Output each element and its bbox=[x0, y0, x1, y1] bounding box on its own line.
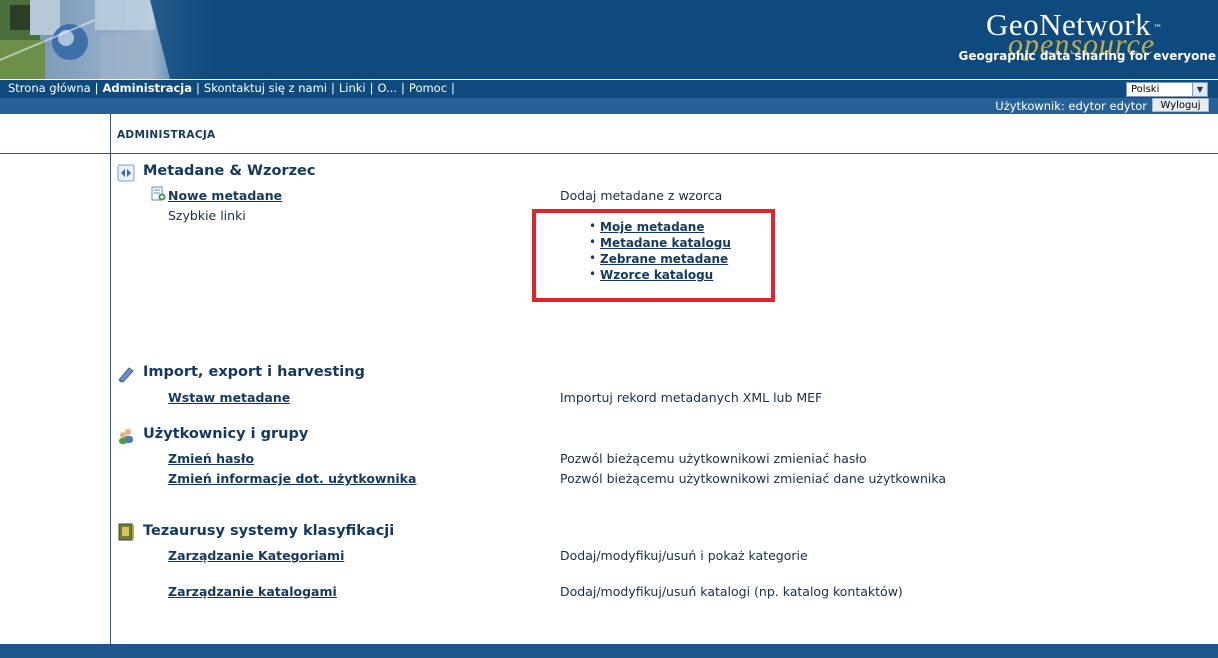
page-title: ADMINISTRACJA bbox=[117, 129, 216, 141]
insert-metadata-description: Importuj rekord metadanych XML lub MEF bbox=[560, 390, 823, 405]
chevron-down-icon[interactable]: ▼ bbox=[1192, 83, 1207, 96]
nav-separator: | bbox=[330, 81, 335, 95]
nav-about-link[interactable]: O... bbox=[377, 81, 397, 95]
nav-help-link[interactable]: Pomoc bbox=[409, 81, 447, 95]
quick-link-harvested-metadata[interactable]: Zebrane metadane bbox=[600, 252, 728, 266]
nav-administration-link[interactable]: Administracja bbox=[103, 81, 192, 95]
logo-text: GeoNetwork ™ bbox=[986, 8, 1163, 42]
section-title-import: Import, export i harvesting bbox=[143, 364, 365, 380]
nav-separator: | bbox=[401, 81, 405, 95]
tagline: Geographic data sharing for everyone bbox=[958, 49, 1216, 63]
footer-bar bbox=[0, 644, 1218, 658]
top-navigation: Strona główna | Administracja | Skontaktuj s… bbox=[0, 79, 1218, 98]
heading-divider bbox=[0, 153, 1218, 154]
bullet: • bbox=[589, 267, 597, 281]
quick-link-my-metadata[interactable]: Moje metadane bbox=[600, 220, 704, 234]
nav-links: Strona główna | Administracja | Skontaktuj s… bbox=[8, 81, 459, 95]
change-user-info-link[interactable]: Zmień informacje dot. użytkownika bbox=[168, 471, 416, 486]
quick-link-catalog-metadata[interactable]: Metadane katalogu bbox=[600, 236, 731, 250]
bullet: • bbox=[589, 235, 597, 249]
metadata-template-icon bbox=[117, 164, 135, 182]
quick-links-label: Szybkie linki bbox=[168, 208, 246, 223]
manage-categories-description: Dodaj/modyfikuj/usuń i pokaż kategorie bbox=[560, 548, 808, 563]
change-password-link[interactable]: Zmień hasło bbox=[168, 451, 254, 466]
nav-links-link[interactable]: Linki bbox=[339, 81, 366, 95]
logout-button[interactable]: Wyloguj bbox=[1152, 98, 1209, 112]
language-select[interactable]: Polski ▼ bbox=[1126, 82, 1208, 97]
logo-main-text: GeoNetwork bbox=[986, 7, 1152, 42]
import-export-icon bbox=[118, 367, 134, 383]
left-column-divider bbox=[110, 114, 111, 644]
nav-separator: | bbox=[369, 81, 374, 95]
new-metadata-icon bbox=[151, 186, 166, 201]
logo-trademark: ™ bbox=[1153, 24, 1163, 34]
quick-link-catalog-templates[interactable]: Wzorce katalogu bbox=[600, 268, 713, 282]
bullet: • bbox=[589, 251, 597, 265]
section-title-metadata: Metadane & Wzorzec bbox=[143, 163, 316, 179]
nav-separator: | bbox=[196, 81, 200, 95]
nav-home-link[interactable]: Strona główna bbox=[8, 81, 91, 95]
nav-separator: | bbox=[451, 81, 455, 95]
new-metadata-description: Dodaj metadane z wzorca bbox=[560, 188, 723, 203]
language-select-value: Polski bbox=[1131, 84, 1160, 95]
thesaurus-book-icon bbox=[118, 523, 134, 541]
section-title-thesaurus: Tezaurusy systemy klasyfikacji bbox=[143, 523, 395, 539]
geonetwork-logo: opensource GeoNetwork ™ bbox=[978, 8, 1208, 74]
bullet: • bbox=[589, 219, 597, 233]
change-password-description: Pozwól bieżącemu użytkownikowi zmieniać … bbox=[560, 451, 867, 466]
user-label: Użytkownik: edytor edytor bbox=[995, 99, 1147, 113]
manage-catalogs-description: Dodaj/modyfikuj/usuń katalogi (np. katal… bbox=[560, 584, 903, 599]
manage-categories-link[interactable]: Zarządzanie Kategoriami bbox=[168, 548, 344, 563]
nav-separator: | bbox=[94, 81, 99, 95]
new-metadata-link[interactable]: Nowe metadane bbox=[168, 188, 282, 203]
banner-collage-image bbox=[0, 0, 215, 79]
insert-metadata-link[interactable]: Wstaw metadane bbox=[168, 390, 290, 405]
banner: opensource GeoNetwork ™ Geographic data s… bbox=[0, 0, 1218, 79]
user-bar: Użytkownik: edytor edytor Wyloguj bbox=[0, 98, 1218, 114]
manage-catalogs-link[interactable]: Zarządzanie katalogami bbox=[168, 584, 337, 599]
change-user-info-description: Pozwól bieżącemu użytkownikowi zmieniać … bbox=[560, 471, 947, 486]
users-groups-icon bbox=[119, 429, 133, 444]
nav-contact-link[interactable]: Skontaktuj się z nami bbox=[204, 81, 327, 95]
section-title-users: Użytkownicy i grupy bbox=[143, 426, 309, 442]
